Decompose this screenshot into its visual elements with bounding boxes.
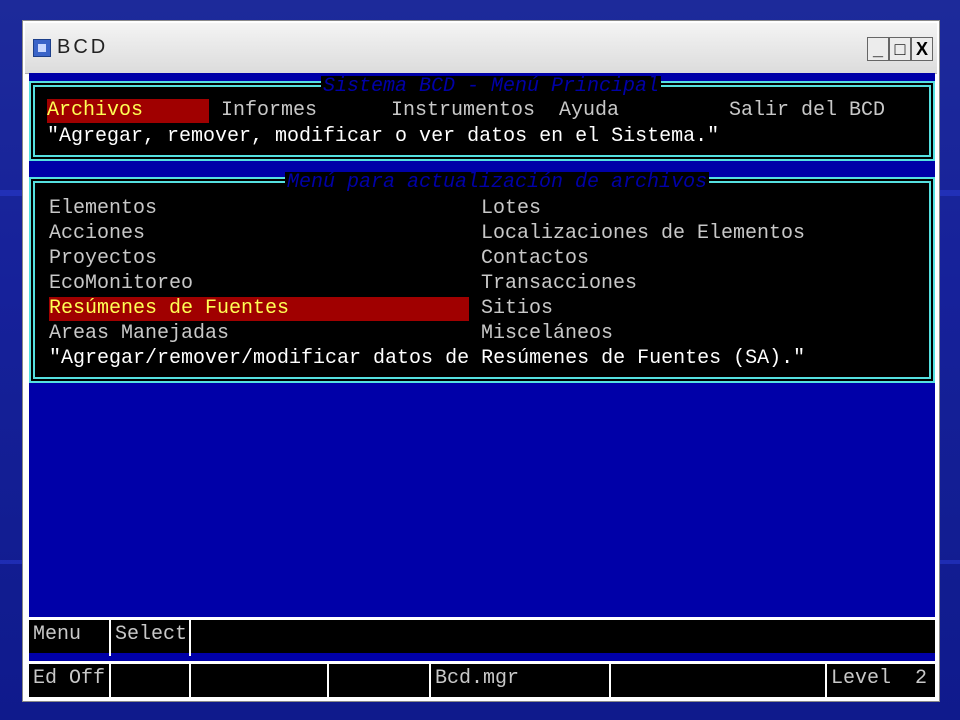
menu-item-ayuda[interactable]: Ayuda <box>559 99 619 123</box>
submenu-item-ecomonitoreo[interactable]: EcoMonitoreo <box>49 272 193 296</box>
status-menu[interactable]: Menu <box>29 620 109 656</box>
minimize-button[interactable]: _ <box>867 37 889 61</box>
title-bar[interactable]: BCD _ □ X <box>25 23 937 74</box>
submenu-item-miscelaneos[interactable]: Misceláneos <box>481 322 613 346</box>
submenu-item-sitios[interactable]: Sitios <box>481 297 553 321</box>
status-bar-bottom: Ed Off Bcd.mgr Level 2 <box>29 661 935 697</box>
close-button[interactable]: X <box>911 37 933 61</box>
main-menu-title: Sistema BCD - Menú Principal <box>321 75 662 98</box>
status-cell <box>327 664 429 697</box>
app-icon[interactable] <box>33 39 51 57</box>
status-cell <box>189 664 327 697</box>
menu-item-salir[interactable]: Salir del BCD <box>729 99 885 123</box>
submenu-item-localizaciones[interactable]: Localizaciones de Elementos <box>481 222 805 246</box>
status-ed-off: Ed Off <box>33 667 106 690</box>
status-cell <box>609 664 825 697</box>
submenu-item-areas-manejadas[interactable]: Areas Manejadas <box>49 322 229 346</box>
terminal-screen: Sistema BCD - Menú Principal Archivos In… <box>29 73 935 697</box>
status-empty <box>189 620 935 656</box>
submenu-item-resumenes-de-fuentes[interactable]: Resúmenes de Fuentes <box>49 297 469 321</box>
submenu-item-acciones[interactable]: Acciones <box>49 222 145 246</box>
status-select[interactable]: Select <box>109 620 189 656</box>
files-menu-title: Menú para actualización de archivos <box>285 171 710 194</box>
submenu-item-contactos[interactable]: Contactos <box>481 247 589 271</box>
app-window: BCD _ □ X Sistema BCD - Menú Principal A… <box>22 20 940 702</box>
main-menu-description: "Agregar, remover, modificar o ver datos… <box>47 125 720 148</box>
status-level: Level 2 <box>825 664 935 697</box>
maximize-button[interactable]: □ <box>889 37 911 61</box>
submenu-item-elementos[interactable]: Elementos <box>49 197 157 221</box>
status-cell <box>109 664 189 697</box>
menu-item-archivos[interactable]: Archivos <box>47 99 209 123</box>
status-file: Bcd.mgr <box>429 664 609 697</box>
menu-item-instrumentos[interactable]: Instrumentos <box>391 99 535 123</box>
files-menu-description: "Agregar/remover/modificar datos de Resú… <box>49 347 806 370</box>
submenu-item-lotes[interactable]: Lotes <box>481 197 541 221</box>
menu-item-informes[interactable]: Informes <box>221 99 317 123</box>
status-bar-top: Menu Select <box>29 617 935 656</box>
submenu-item-proyectos[interactable]: Proyectos <box>49 247 157 271</box>
window-title: BCD <box>57 36 109 58</box>
submenu-item-transacciones[interactable]: Transacciones <box>481 272 637 296</box>
